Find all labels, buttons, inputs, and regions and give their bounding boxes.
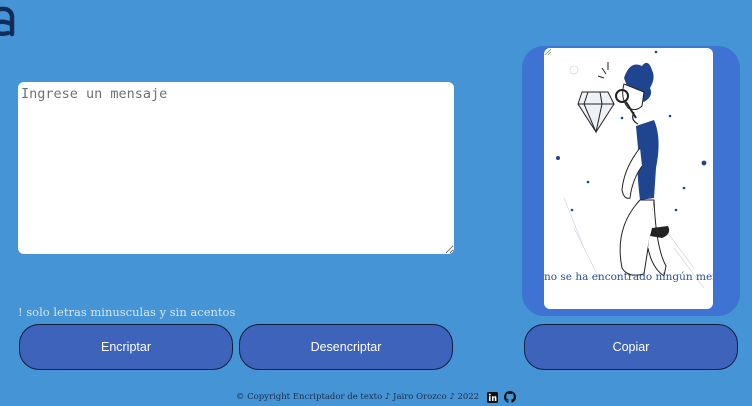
input-hint: ! solo letras minusculas y sin acentos <box>18 305 236 319</box>
empty-state-illustration <box>556 50 707 289</box>
empty-message-text: no se ha encontrado ningún mensaje <box>544 271 713 283</box>
copyright-text: © Copyright Encriptador de texto ♪ Jairo… <box>235 392 480 402</box>
copy-button[interactable]: Copiar <box>524 324 738 370</box>
github-icon[interactable] <box>504 391 517 403</box>
message-input[interactable] <box>18 82 454 254</box>
decrypt-button[interactable]: Desencriptar <box>239 324 453 370</box>
encrypt-button[interactable]: Encriptar <box>19 324 233 370</box>
footer: © Copyright Encriptador de texto ♪ Jairo… <box>0 391 752 403</box>
linkedin-icon[interactable] <box>487 391 499 403</box>
resize-grip-icon[interactable] <box>544 48 551 55</box>
output-card: no se ha encontrado ningún mensaje <box>544 48 713 309</box>
logo-icon <box>0 6 15 37</box>
